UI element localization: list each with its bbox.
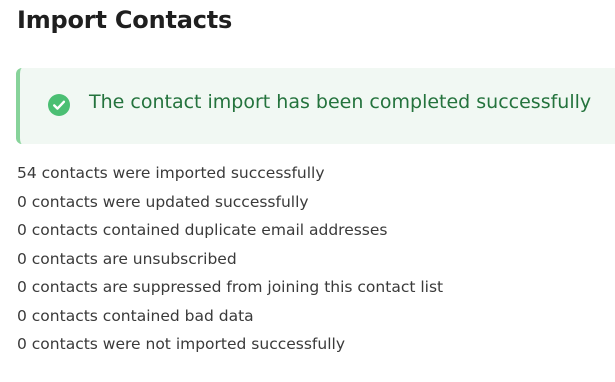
check-circle-icon <box>48 94 70 116</box>
page-title: Import Contacts <box>17 6 233 34</box>
result-imported: 54 contacts were imported successfully <box>17 164 325 182</box>
result-updated: 0 contacts were updated successfully <box>17 192 309 211</box>
import-contacts-page: Import Contacts The contact import has b… <box>0 0 615 382</box>
result-duplicates: 0 contacts contained duplicate email add… <box>17 221 388 239</box>
success-message: The contact import has been completed su… <box>89 91 592 113</box>
result-not-imported: 0 contacts were not imported successfull… <box>17 335 345 353</box>
result-suppressed: 0 contacts are suppressed from joining t… <box>17 278 444 296</box>
import-results-list: 54 contacts were imported successfully 0… <box>17 159 443 359</box>
result-unsubscribed: 0 contacts are unsubscribed <box>17 249 237 268</box>
result-bad-data: 0 contacts contained bad data <box>17 306 254 325</box>
success-alert: The contact import has been completed su… <box>16 68 615 144</box>
